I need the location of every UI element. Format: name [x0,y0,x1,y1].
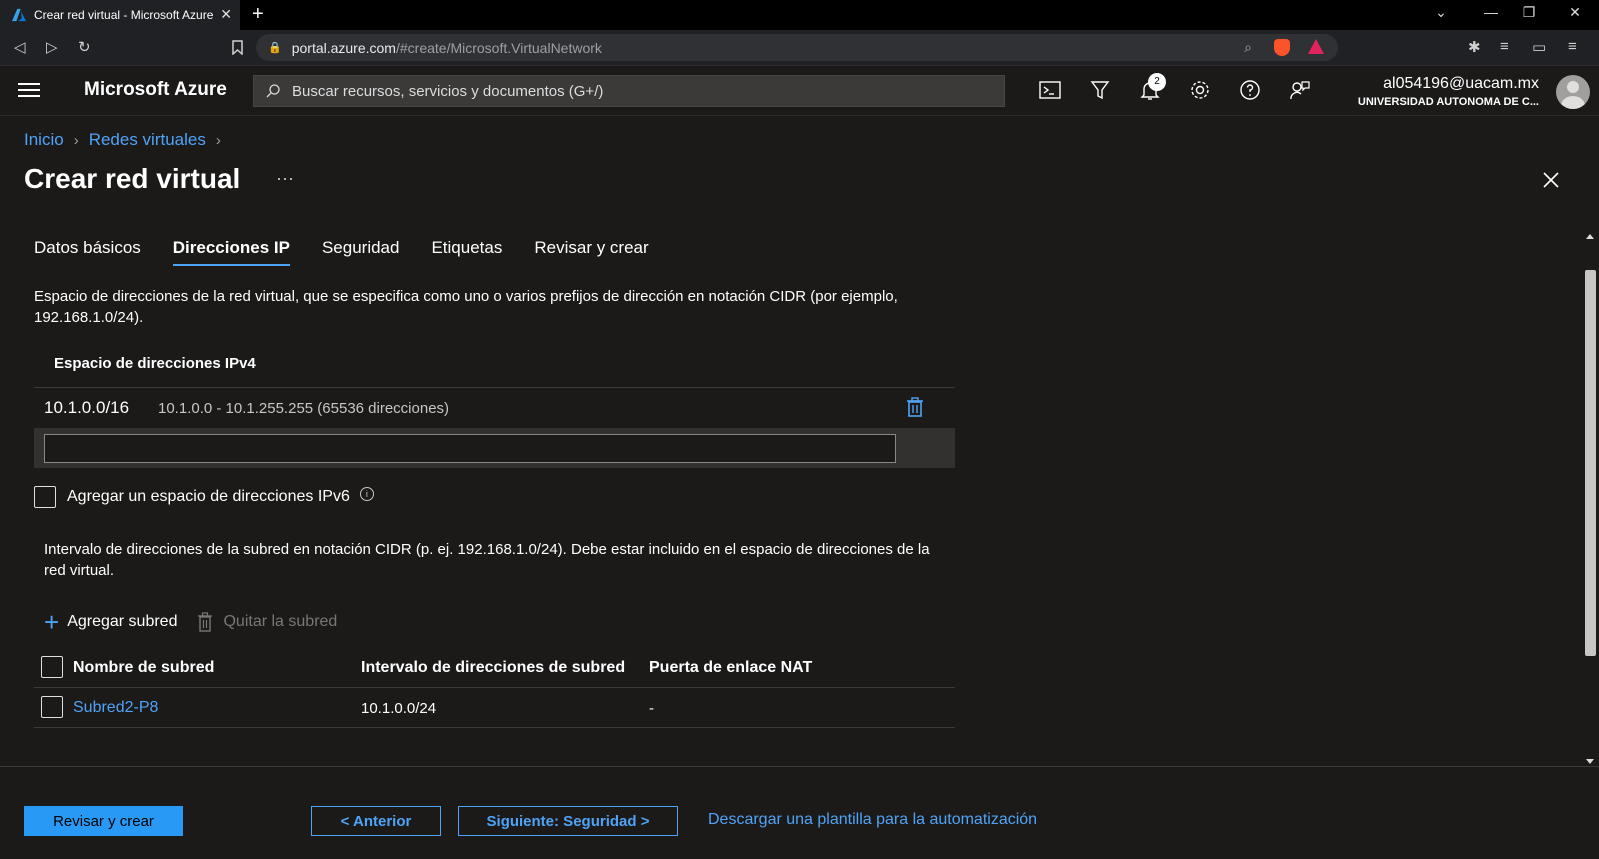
delete-address-trash-icon[interactable] [906,397,924,417]
vertical-scrollbar[interactable] [1582,232,1599,766]
address-cidr[interactable]: 10.1.0.0/16 [44,398,129,418]
previous-button[interactable]: < Anterior [311,806,441,836]
review-create-button[interactable]: Revisar y crear [24,806,183,836]
settings-gear-icon[interactable] [1188,78,1212,102]
info-icon[interactable]: i [359,487,374,501]
window-close-icon[interactable]: ✕ [1560,4,1590,21]
scroll-thumb[interactable] [1585,270,1596,656]
address-range: 10.1.0.0 - 10.1.255.255 (65536 direccion… [158,400,450,417]
next-security-button[interactable]: Siguiente: Seguridad > [458,806,678,836]
search-icon [266,84,280,98]
table-row: Subred2-P8 10.1.0.0/24 - [34,688,955,728]
ipv4-address-space-label: Espacio de direcciones IPv4 [54,355,256,372]
subnet-description: Intervalo de direcciones de la subred en… [44,541,930,579]
address-url: portal.azure.com/#create/Microsoft.Virtu… [291,39,602,56]
wizard-footer: Revisar y crear < Anterior Siguiente: Se… [0,766,1599,859]
feedback-icon[interactable] [1288,78,1312,102]
zoom-icon[interactable]: ⌕ [1244,39,1252,56]
trash-icon [198,612,213,632]
new-address-space-input[interactable] [44,434,896,463]
remove-subnet-label: Quitar la subred [223,613,338,630]
bookmark-icon[interactable] [232,40,243,55]
row-checkbox[interactable] [41,696,63,718]
column-header-nat-gateway: Puerta de enlace NAT [649,659,813,676]
scroll-up-arrow-icon[interactable] [1586,234,1594,239]
chevron-right-icon: › [215,131,221,149]
download-template-link[interactable]: Descargar una plantilla para la automati… [708,811,1037,829]
scroll-down-arrow-icon[interactable] [1586,759,1594,764]
reload-icon[interactable]: ↻ [78,38,91,56]
chevron-right-icon: › [73,131,79,149]
address-space-row[interactable]: 10.1.0.0/16 10.1.0.0 - 10.1.255.255 (655… [34,388,955,428]
ipv4-address-space-table: 10.1.0.0/16 10.1.0.0 - 10.1.255.255 (655… [34,387,955,468]
close-blade-icon[interactable] [1541,170,1561,190]
more-options-icon[interactable]: ··· [276,168,294,189]
plus-icon: + [44,607,60,637]
breadcrumb: Inicio › Redes virtuales › [24,130,231,150]
reading-list-icon[interactable]: ≡ [1500,38,1509,55]
wallet-icon[interactable]: ▭ [1532,38,1546,56]
azure-topbar: Microsoft Azure 2 al054196@uacam.mx UNIV… [0,66,1599,116]
brand-title[interactable]: Microsoft Azure [84,79,227,101]
page-title: Crear red virtual [24,163,241,194]
tab-direcciones-ip[interactable]: Direcciones IP [172,238,291,266]
browser-tab[interactable]: Crear red virtual - Microsoft Azure ✕ [0,0,240,30]
tab-revisar-y-crear[interactable]: Revisar y crear [534,238,648,266]
avatar[interactable] [1556,75,1590,109]
restore-icon[interactable]: ❐ [1514,4,1544,21]
search-input[interactable] [292,82,992,100]
extensions-icon[interactable]: ✱ [1468,38,1481,56]
subnet-address-range: 10.1.0.0/24 [361,700,437,717]
directory-filter-icon[interactable] [1088,78,1112,102]
breadcrumb-item-redes-virtuales[interactable]: Redes virtuales [89,130,206,150]
browser-menu-icon[interactable]: ≡ [1568,38,1577,55]
forward-icon[interactable]: ▷ [46,38,58,56]
new-address-row [34,428,955,468]
ipv6-checkbox[interactable] [34,486,56,508]
minimize-icon[interactable]: — [1476,4,1506,20]
notification-count-badge: 2 [1148,73,1166,91]
ipv6-checkbox-label[interactable]: Agregar un espacio de direcciones IPv6 [67,488,350,506]
azure-logo-icon [12,8,26,22]
tab-close-icon[interactable]: ✕ [220,6,232,23]
remove-subnet-button[interactable]: Quitar la subred [197,612,337,632]
tab-etiquetas[interactable]: Etiquetas [431,238,502,266]
select-all-checkbox[interactable] [41,656,63,678]
tab-datos-basicos[interactable]: Datos básicos [34,238,141,266]
portal-menu-icon[interactable] [18,79,40,99]
back-icon[interactable]: ◁ [14,38,26,56]
brave-rewards-icon[interactable] [1308,39,1324,54]
browser-tab-title: Crear red virtual - Microsoft Azure [34,8,214,22]
cloud-shell-icon[interactable] [1038,78,1062,102]
table-header: Nombre de subred Intervalo de direccione… [34,648,955,688]
browser-toolbar: ◁ ▷ ↻ 🔒 portal.azure.com/#create/Microso… [0,30,1599,66]
subnet-table: Nombre de subred Intervalo de direccione… [34,648,955,728]
brave-shields-icon[interactable] [1274,39,1290,56]
breadcrumb-item-inicio[interactable]: Inicio [24,130,64,150]
wizard-tabs: Datos básicos Direcciones IP Seguridad E… [34,238,681,266]
add-subnet-button[interactable]: + Agregar subred [44,607,178,637]
subnet-name-link[interactable]: Subred2-P8 [73,699,158,717]
tab-seguridad[interactable]: Seguridad [322,238,400,266]
tab-search-chevron-icon[interactable]: ⌄ [1426,4,1456,21]
help-icon[interactable] [1238,78,1262,102]
column-header-subnet-name: Nombre de subred [73,659,215,676]
user-email[interactable]: al054196@uacam.mx [1383,75,1539,93]
subnet-nat-gateway: - [649,700,654,717]
user-directory[interactable]: UNIVERSIDAD AUTONOMA DE C... [1358,96,1539,108]
ipv6-option: Agregar un espacio de direcciones IPv6 i [34,486,374,508]
browser-tabstrip: Crear red virtual - Microsoft Azure ✕ + … [0,0,1599,30]
new-tab-plus-icon[interactable]: + [252,3,264,26]
address-bar[interactable]: 🔒 portal.azure.com/#create/Microsoft.Vir… [256,34,1338,61]
lock-icon: 🔒 [268,42,282,54]
add-subnet-label: Agregar subred [67,613,178,630]
subnet-command-bar: + Agregar subred Quitar la subred [44,607,357,637]
address-space-description: Espacio de direcciones de la red virtual… [34,288,898,326]
global-search[interactable] [253,75,1005,107]
column-header-address-range: Intervalo de direcciones de subred [361,659,626,676]
